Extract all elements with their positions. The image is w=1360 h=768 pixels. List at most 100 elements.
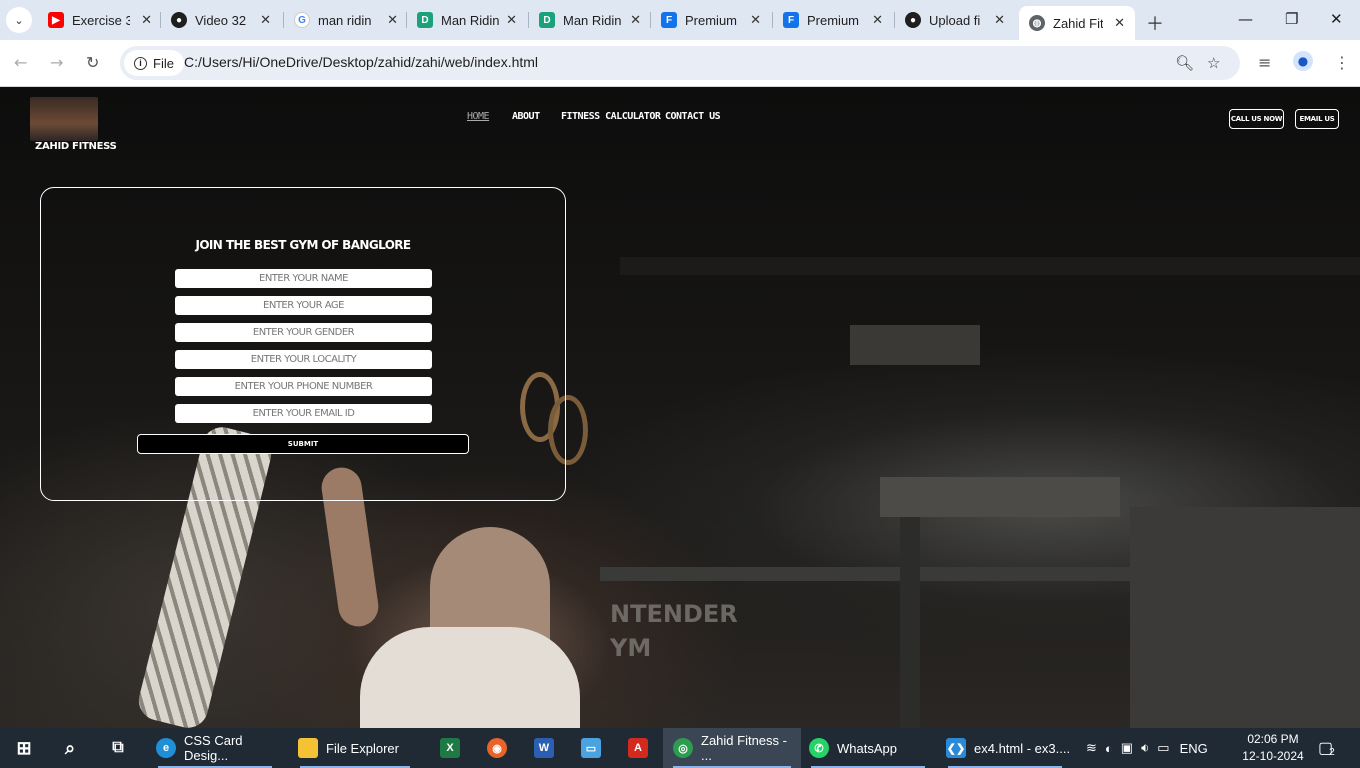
tab-man-riding-1[interactable]: D Man Ridin ✕ — [417, 6, 517, 34]
tab-video-32[interactable]: ● Video 32 ✕ — [171, 6, 271, 34]
back-arrow-icon[interactable]: ← — [14, 53, 27, 72]
tab-man-riding-google[interactable]: G man ridin ✕ — [294, 6, 398, 34]
website-viewport: NTENDER YM ZAHID FITNESS HOME ABOUT FITN… — [0, 87, 1360, 728]
tab-zahid-fitness[interactable]: ◍ Zahid Fitr ✕ — [1019, 6, 1135, 40]
close-tab-icon[interactable]: ✕ — [141, 12, 152, 28]
zoom-icon[interactable]: 🔍︎ — [1175, 54, 1194, 72]
clock-time: 02:06 PM — [1247, 732, 1299, 746]
excel-icon: X — [440, 738, 460, 758]
menu-dots-icon[interactable]: ⋮ — [1334, 53, 1350, 72]
firefox-icon: ◉ — [487, 738, 507, 758]
close-tab-icon[interactable]: ✕ — [630, 12, 641, 28]
form-title: JOIN THE BEST GYM OF BANGLORE — [195, 238, 411, 252]
volume-icon[interactable]: 🔉︎ — [1141, 740, 1149, 756]
language-indicator[interactable]: ENG — [1180, 741, 1208, 756]
taskbar-computer[interactable]: ▭ — [581, 728, 609, 768]
minimize-icon[interactable]: — — [1238, 10, 1253, 28]
globe-icon: ◍ — [1029, 15, 1045, 31]
start-button[interactable]: ⊞ — [14, 728, 42, 768]
tab-premium-2[interactable]: F Premium ✕ — [783, 6, 883, 34]
nav-contact-us[interactable]: CONTACT US — [665, 111, 721, 122]
dreamstime-icon: D — [539, 12, 555, 28]
taskbar-whatsapp[interactable]: ✆ WhatsApp — [801, 728, 935, 768]
logo-image[interactable] — [30, 97, 98, 141]
taskbar-edge[interactable]: e CSS Card Desig... — [148, 728, 282, 768]
nav-home[interactable]: HOME — [467, 111, 490, 122]
dreamstime-icon: D — [417, 12, 433, 28]
tab-man-riding-2[interactable]: D Man Ridin ✕ — [539, 6, 641, 34]
notification-center[interactable]: ▢ 2 — [1318, 728, 1335, 768]
submit-button[interactable]: SUBMIT — [137, 434, 469, 454]
profile-avatar-icon[interactable]: ● — [1293, 51, 1313, 71]
battery-icon[interactable]: ▭ — [1157, 740, 1169, 756]
rack-pillar — [900, 517, 920, 728]
youtube-icon: ▶ — [48, 12, 64, 28]
logo-text[interactable]: ZAHID FITNESS — [35, 141, 117, 152]
name-input[interactable]: ENTER YOUR NAME — [175, 269, 432, 288]
task-view-button[interactable]: ⧉ — [108, 728, 136, 768]
forward-arrow-icon[interactable]: → — [50, 53, 63, 72]
taskbar-firefox[interactable]: ◉ — [487, 728, 515, 768]
email-input[interactable]: ENTER YOUR EMAIL ID — [175, 404, 432, 423]
close-tab-icon[interactable]: ✕ — [1114, 15, 1125, 31]
tab-exercise[interactable]: ▶ Exercise 3 ✕ — [48, 6, 152, 34]
word-icon: W — [534, 738, 554, 758]
nav-about[interactable]: ABOUT — [512, 111, 540, 122]
freepik-icon: F — [783, 12, 799, 28]
address-bar[interactable]: i File C:/Users/Hi/OneDrive/Desktop/zahi… — [120, 46, 1240, 80]
close-tab-icon[interactable]: ✕ — [750, 12, 761, 28]
tab-search-button[interactable]: ⌄ — [6, 7, 32, 33]
task-view-icon: ⧉ — [112, 739, 124, 756]
clock[interactable]: 02:06 PM 12-10-2024 — [1238, 731, 1308, 765]
network-icon[interactable]: ≋ — [1086, 740, 1097, 756]
github-icon: ● — [171, 12, 187, 28]
windows-taskbar: ⊞ ⌕ ⧉ e CSS Card Desig... File Explorer … — [0, 728, 1360, 768]
bookmark-star-icon[interactable]: ☆ — [1207, 54, 1220, 72]
taskbar-file-explorer[interactable]: File Explorer — [290, 728, 420, 768]
restore-icon[interactable]: ❐ — [1285, 10, 1298, 28]
site-info-chip[interactable]: i File — [124, 50, 184, 76]
age-input[interactable]: ENTER YOUR AGE — [175, 296, 432, 315]
tab-premium-1[interactable]: F Premium ✕ — [661, 6, 761, 34]
ceiling-light — [850, 325, 980, 365]
google-icon: G — [294, 12, 310, 28]
windows-logo-icon: ⊞ — [16, 737, 32, 758]
new-tab-plus-icon[interactable]: ＋ — [1146, 10, 1164, 36]
close-tab-icon[interactable]: ✕ — [994, 12, 1005, 28]
close-tab-icon[interactable]: ✕ — [506, 12, 517, 28]
ceiling-beam — [620, 257, 1360, 275]
close-tab-icon[interactable]: ✕ — [260, 12, 271, 28]
system-tray: ≋ ◐ ▣ 🔉︎ ▭ ENG — [1086, 728, 1208, 768]
gender-input[interactable]: ENTER YOUR GENDER — [175, 323, 432, 342]
github-icon: ● — [905, 12, 921, 28]
taskbar-vscode[interactable]: ❮❯ ex4.html - ex3.... — [938, 728, 1072, 768]
call-us-button[interactable]: CALL US NOW — [1229, 109, 1284, 129]
location-icon[interactable]: ◐ — [1105, 741, 1113, 756]
taskbar-chrome[interactable]: ◎ Zahid Fitness - ... — [663, 728, 801, 768]
reload-icon[interactable]: ↻ — [86, 53, 99, 72]
wall-panel — [1130, 507, 1360, 728]
close-tab-icon[interactable]: ✕ — [872, 12, 883, 28]
search-icon: ⌕ — [64, 737, 76, 758]
nav-fitness-calculator[interactable]: FITNESS CALCULATOR — [561, 111, 661, 122]
browser-tab-strip: ⌄ ▶ Exercise 3 ✕ ● Video 32 ✕ G man ridi… — [0, 0, 1360, 40]
taskbar-excel[interactable]: X — [440, 728, 468, 768]
clock-date: 12-10-2024 — [1242, 749, 1304, 763]
media-controls-icon[interactable]: ≡ — [1258, 53, 1271, 72]
taskbar-word[interactable]: W — [534, 728, 562, 768]
tab-upload-files[interactable]: ● Upload fi ✕ — [905, 6, 1005, 34]
notification-count: 2 — [1329, 746, 1335, 758]
url-text[interactable]: C:/Users/Hi/OneDrive/Desktop/zahid/zahi/… — [184, 54, 538, 70]
locality-input[interactable]: ENTER YOUR LOCALITY — [175, 350, 432, 369]
email-us-button[interactable]: EMAIL US — [1295, 109, 1339, 129]
folder-icon — [298, 738, 318, 758]
close-window-icon[interactable]: ✕ — [1330, 10, 1343, 28]
info-icon: i — [134, 56, 147, 70]
computer-icon: ▭ — [581, 738, 601, 758]
taskbar-acrobat[interactable]: A — [628, 728, 656, 768]
phone-input[interactable]: ENTER YOUR PHONE NUMBER — [175, 377, 432, 396]
display-icon[interactable]: ▣ — [1121, 740, 1133, 756]
search-button[interactable]: ⌕ — [60, 728, 88, 768]
close-tab-icon[interactable]: ✕ — [387, 12, 398, 28]
acrobat-icon: A — [628, 738, 648, 758]
